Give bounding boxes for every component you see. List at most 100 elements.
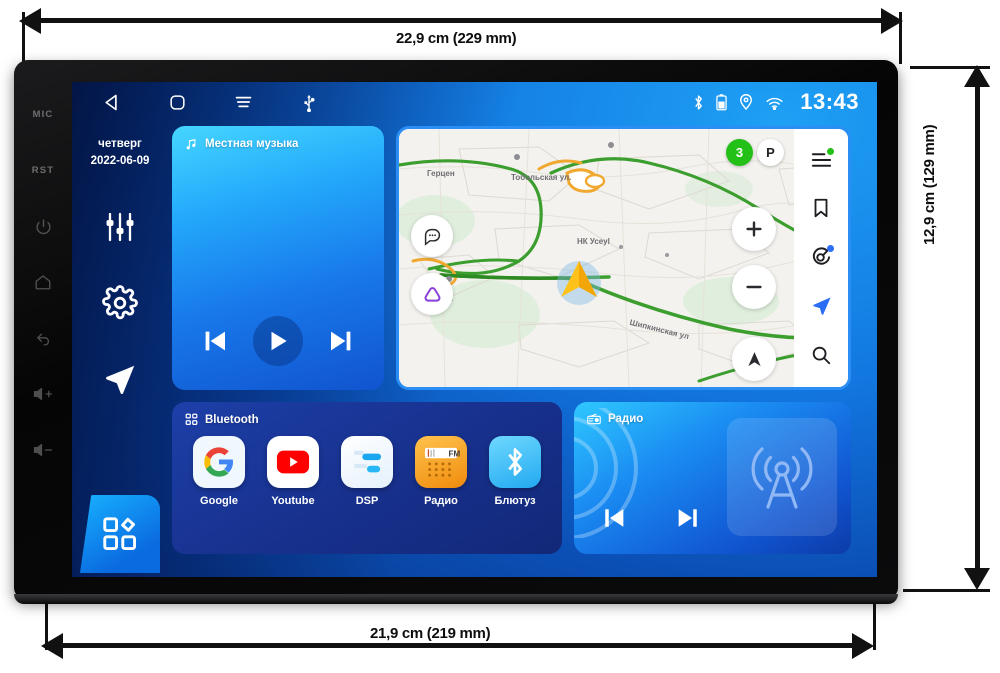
arrowhead-right-bottom — [964, 568, 990, 590]
search-icon — [812, 346, 831, 364]
map-zoom-in-button[interactable] — [732, 207, 776, 251]
app-item-youtube[interactable]: Youtube — [262, 436, 324, 507]
home-icon — [35, 275, 51, 290]
music-card[interactable]: Местная музыка — [172, 126, 384, 390]
skip-next-icon — [678, 509, 697, 527]
radio-app-icon-box: FM — [415, 436, 467, 488]
app-item-radio[interactable]: FM Радио — [410, 436, 472, 507]
status-indicators: 13:43 — [693, 89, 877, 115]
radio-previous-button[interactable] — [600, 504, 628, 532]
dimension-right-label: 12,9 cm (129 mm) — [921, 124, 938, 245]
app-label-google: Google — [200, 495, 238, 507]
arrow-line-top — [40, 18, 886, 23]
arrow-line-bottom — [62, 643, 857, 648]
music-previous-button[interactable] — [200, 326, 230, 356]
app-label-youtube: Youtube — [271, 495, 315, 507]
arrow-line-right — [975, 86, 980, 571]
apps-card-header: Bluetooth — [172, 402, 562, 426]
map-menu-button[interactable] — [810, 148, 834, 170]
map-street-label-0: Тобольская ул. — [511, 173, 572, 182]
map-assistant-button[interactable] — [810, 244, 834, 268]
map-zoom-out-button[interactable] — [732, 265, 776, 309]
svg-text:FM: FM — [449, 449, 461, 458]
rail-item-navigation[interactable] — [72, 341, 168, 417]
equalizer-sliders-icon — [106, 213, 134, 242]
bezel-button-home[interactable] — [14, 254, 72, 310]
radio-controls — [600, 504, 702, 532]
radio-card-artwork — [727, 418, 837, 536]
rail-item-apps[interactable] — [80, 495, 160, 573]
status-bar: 13:43 — [72, 82, 877, 122]
app-label-bluetooth: Блютуз — [494, 495, 536, 507]
map-side-panel — [794, 129, 848, 387]
date-block: четверг 2022-06-09 — [91, 136, 150, 169]
map-card[interactable]: Тобольская ул. НК Усеуl Шипкинская ул Ге… — [396, 126, 851, 390]
bluetooth-apps-card[interactable]: Bluetooth Google Youtube DSP FM Радио Бл… — [172, 402, 562, 554]
bookmark-icon — [814, 198, 828, 217]
bezel-button-mic[interactable]: MIC — [14, 86, 72, 142]
map-search-button[interactable] — [810, 344, 832, 366]
map-street-label-1: НК Усеуl — [577, 237, 610, 246]
app-label-radio: Радио — [424, 495, 458, 507]
nav-menu-button[interactable] — [210, 82, 276, 122]
bluetooth-app-icon-box — [489, 436, 541, 488]
navigate-arrow-icon — [812, 297, 831, 316]
google-app-icon-box — [193, 436, 245, 488]
map-canvas — [399, 129, 848, 387]
nav-home-button[interactable] — [144, 82, 210, 122]
dsp-app-icon-box — [341, 436, 393, 488]
apps-grid-icon — [185, 413, 198, 425]
apps-card-title: Bluetooth — [205, 413, 259, 426]
chat-bubble-icon — [424, 228, 440, 246]
back-triangle-icon — [104, 94, 117, 110]
radio-tower-icon — [751, 447, 813, 509]
bezel-button-back[interactable] — [14, 310, 72, 366]
map-street-label-3: Герцен — [427, 169, 455, 178]
weekday-label: четверг — [98, 138, 142, 150]
menu-notification-dot — [826, 148, 834, 156]
app-item-dsp[interactable]: DSP — [336, 436, 398, 507]
radio-next-button[interactable] — [674, 504, 702, 532]
traffic-level-badge[interactable]: 3 — [726, 139, 753, 166]
bezel-button-volume-up[interactable] — [14, 366, 72, 422]
power-icon — [35, 218, 51, 234]
bezel-button-power[interactable] — [14, 198, 72, 254]
nav-back-button[interactable] — [78, 82, 144, 122]
youtube-icon — [276, 450, 310, 474]
music-controls — [172, 316, 384, 366]
navigation-arrow-icon — [106, 366, 135, 395]
skip-previous-icon — [605, 509, 624, 527]
app-item-bluetooth[interactable]: Блютуз — [484, 436, 546, 507]
apps-row: Google Youtube DSP FM Радио Блютуз — [172, 426, 562, 507]
map-bookmarks-button[interactable] — [811, 197, 831, 219]
plus-icon — [746, 221, 762, 237]
home-content: Местная музыка — [172, 126, 867, 567]
touchscreen[interactable]: 13:43 четверг 2022-06-09 Тобольская ул. … — [72, 82, 877, 577]
bluetooth-app-icon — [508, 448, 523, 476]
google-icon — [204, 447, 233, 477]
youtube-app-icon-box — [267, 436, 319, 488]
hardware-button-bezel: MIC RST — [14, 60, 72, 598]
skip-next-icon — [331, 331, 351, 351]
music-next-button[interactable] — [326, 326, 356, 356]
alice-triangle-icon — [424, 286, 440, 302]
app-item-google[interactable]: Google — [188, 436, 250, 507]
map-compass-button[interactable] — [732, 337, 776, 381]
map-navigate-button[interactable] — [810, 294, 833, 317]
map-alice-button[interactable] — [411, 273, 453, 315]
arrowhead-top-right — [881, 8, 903, 34]
home-square-icon — [169, 94, 185, 110]
bezel-button-volume-down[interactable] — [14, 422, 72, 478]
car-head-unit-device: MIC RST 13:43 четверг 2022-06-09 Тобольс… — [14, 60, 898, 604]
radio-card[interactable]: Радио — [574, 402, 851, 554]
parking-badge[interactable]: P — [757, 139, 784, 166]
rail-item-equalizer[interactable] — [72, 189, 168, 265]
nav-usb-indicator[interactable] — [276, 82, 342, 122]
map-chat-button[interactable] — [411, 215, 453, 257]
bezel-button-reset[interactable]: RST — [14, 142, 72, 198]
play-icon — [271, 331, 287, 351]
wifi-icon — [766, 97, 783, 110]
back-arrow-icon — [36, 333, 49, 346]
music-play-button[interactable] — [252, 316, 303, 366]
rail-item-settings[interactable] — [72, 265, 168, 341]
